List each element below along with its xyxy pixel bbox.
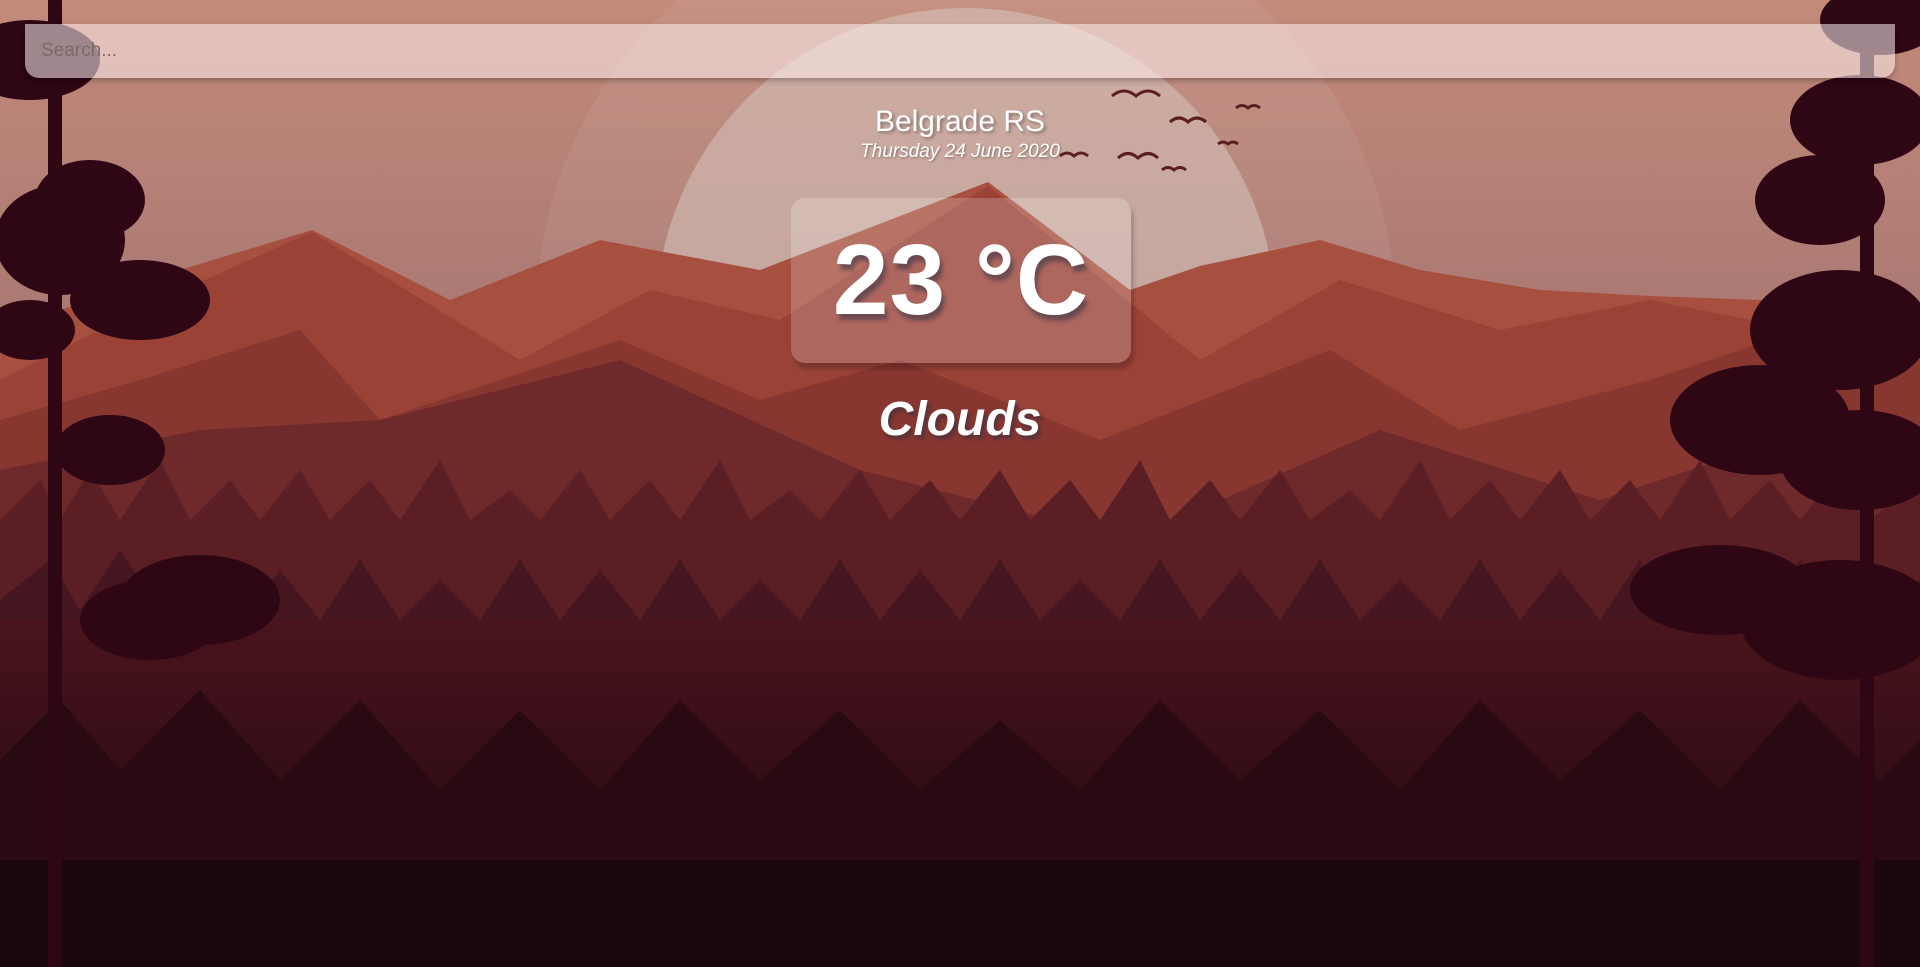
- search-bar: [25, 24, 1895, 78]
- location-box: Belgrade RS Thursday 24 June 2020: [0, 105, 1920, 163]
- weather-condition: Clouds: [878, 393, 1042, 446]
- temperature-value: 23 °C: [832, 224, 1090, 336]
- search-input[interactable]: [25, 24, 1895, 78]
- location-name: Belgrade RS: [874, 105, 1046, 138]
- current-date: Thursday 24 June 2020: [860, 141, 1060, 162]
- temperature-box: 23 °C: [791, 198, 1131, 363]
